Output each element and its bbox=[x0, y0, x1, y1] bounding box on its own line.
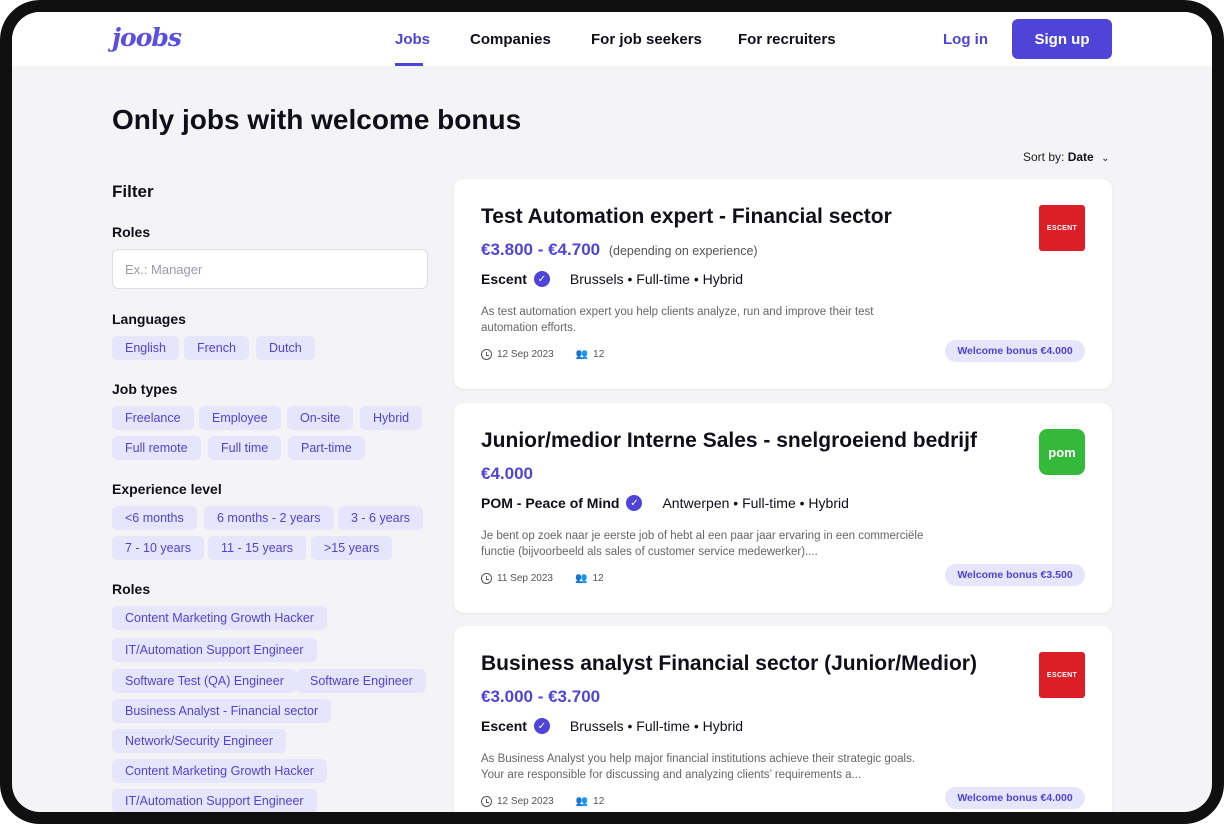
chevron-down-icon: ⌄ bbox=[1101, 153, 1110, 164]
nav-companies[interactable]: Companies bbox=[470, 31, 551, 48]
company-line: Escent ✓ Brussels • Full-time • Hybrid bbox=[481, 271, 743, 287]
job-meta: Brussels • Full-time • Hybrid bbox=[569, 271, 744, 287]
company-name[interactable]: Escent bbox=[481, 271, 527, 287]
company-logo: ESCENT bbox=[1039, 205, 1085, 251]
welcome-bonus-badge: Welcome bonus €4.000 bbox=[945, 787, 1085, 809]
roles-list-label: Roles bbox=[112, 581, 151, 597]
experience-chip[interactable]: 7 - 10 years bbox=[112, 536, 205, 560]
experience-chip[interactable]: 11 - 15 years bbox=[208, 536, 307, 560]
job-card[interactable]: Junior/medior Interne Sales - snelgroeie… bbox=[454, 403, 1112, 613]
role-chip[interactable]: IT/Automation Support Engineer bbox=[112, 789, 317, 812]
role-chip[interactable]: Software Engineer bbox=[297, 669, 426, 693]
job-type-chip[interactable]: On-site bbox=[287, 406, 354, 430]
page-title: Only jobs with welcome bonus bbox=[112, 104, 522, 135]
experience-label: Experience level bbox=[112, 481, 222, 497]
job-date: 12 Sep 2023 bbox=[497, 349, 554, 360]
experience-chip[interactable]: >15 years bbox=[311, 536, 393, 560]
applicant-count: 12 bbox=[593, 796, 605, 807]
company-logo: ESCENT bbox=[1039, 652, 1085, 698]
people-icon: 👥 bbox=[575, 349, 589, 360]
login-link[interactable]: Log in bbox=[943, 31, 988, 48]
job-salary: €3.800 - €4.700 (depending on experience… bbox=[481, 240, 758, 260]
joobs-logo[interactable]: joobs bbox=[112, 23, 182, 52]
nav-for-recruiters[interactable]: For recruiters bbox=[738, 31, 836, 48]
job-card[interactable]: Test Automation expert - Financial secto… bbox=[454, 179, 1112, 389]
company-name[interactable]: POM - Peace of Mind bbox=[481, 495, 619, 511]
people-icon: 👥 bbox=[575, 796, 589, 807]
welcome-bonus-badge: Welcome bonus €4.000 bbox=[945, 340, 1085, 362]
role-chip[interactable]: Content Marketing Growth Hacker bbox=[112, 606, 327, 630]
job-salary: €4.000 bbox=[481, 464, 533, 484]
filter-title: Filter bbox=[112, 182, 154, 201]
device-frame: joobs Jobs Companies For job seekers For… bbox=[0, 0, 1224, 824]
job-type-chip[interactable]: Part-time bbox=[288, 436, 365, 460]
job-description: As Business Analyst you help major finan… bbox=[481, 753, 916, 781]
job-date-row: 12 Sep 2023 👥 12 bbox=[481, 796, 604, 807]
language-chip[interactable]: Dutch bbox=[256, 336, 315, 360]
verified-check-icon: ✓ bbox=[533, 718, 550, 734]
job-type-chip[interactable]: Freelance bbox=[112, 406, 194, 430]
company-name[interactable]: Escent bbox=[481, 718, 527, 734]
job-title[interactable]: Junior/medior Interne Sales - snelgroeie… bbox=[481, 429, 977, 453]
language-chip[interactable]: French bbox=[184, 336, 249, 360]
roles-label: Roles bbox=[112, 224, 151, 240]
languages-label: Languages bbox=[112, 311, 186, 327]
sort-dropdown[interactable]: Sort by: Date ⌄ bbox=[1023, 150, 1109, 164]
verified-check-icon: ✓ bbox=[533, 271, 550, 287]
experience-chip[interactable]: <6 months bbox=[112, 506, 197, 530]
experience-chip[interactable]: 6 months - 2 years bbox=[204, 506, 334, 530]
job-date: 12 Sep 2023 bbox=[497, 796, 554, 807]
job-description: Je bent op zoek naar je eerste job of he… bbox=[481, 530, 924, 558]
language-chip[interactable]: English bbox=[112, 336, 179, 360]
top-navbar: joobs Jobs Companies For job seekers For… bbox=[12, 12, 1212, 66]
clock-icon bbox=[481, 573, 492, 584]
salary-range: €4.000 bbox=[481, 464, 533, 483]
job-types-label: Job types bbox=[112, 381, 178, 397]
people-icon: 👥 bbox=[574, 573, 588, 584]
clock-icon bbox=[481, 796, 492, 807]
job-type-chip[interactable]: Full remote bbox=[112, 436, 201, 460]
job-type-chip[interactable]: Hybrid bbox=[360, 406, 423, 430]
job-card[interactable]: Business analyst Financial sector (Junio… bbox=[454, 626, 1112, 812]
company-line: POM - Peace of Mind ✓ Antwerpen • Full-t… bbox=[481, 495, 849, 511]
job-description: As test automation expert you help clien… bbox=[481, 306, 874, 334]
sort-value: Date bbox=[1067, 150, 1094, 164]
browser-screen: joobs Jobs Companies For job seekers For… bbox=[12, 12, 1212, 812]
applicant-count: 12 bbox=[592, 573, 604, 584]
job-date-row: 12 Sep 2023 👥 12 bbox=[481, 349, 604, 360]
salary-note: (depending on experience) bbox=[608, 244, 758, 258]
job-type-chip[interactable]: Full time bbox=[208, 436, 282, 460]
job-title[interactable]: Business analyst Financial sector (Junio… bbox=[481, 652, 977, 676]
job-salary: €3.000 - €3.700 bbox=[481, 687, 600, 707]
nav-active-indicator bbox=[395, 63, 423, 66]
role-chip[interactable]: Business Analyst - Financial sector bbox=[112, 699, 332, 723]
salary-range: €3.800 - €4.700 bbox=[481, 240, 601, 259]
job-date-row: 11 Sep 2023 👥 12 bbox=[481, 573, 604, 584]
roles-search-input[interactable] bbox=[112, 249, 428, 289]
role-chip[interactable]: Network/Security Engineer bbox=[112, 729, 286, 753]
job-meta: Antwerpen • Full-time • Hybrid bbox=[662, 495, 849, 511]
applicant-count: 12 bbox=[593, 349, 605, 360]
sort-label: Sort by: bbox=[1023, 150, 1065, 164]
company-logo: pom bbox=[1039, 429, 1085, 475]
salary-range: €3.000 - €3.700 bbox=[481, 687, 601, 706]
verified-check-icon: ✓ bbox=[626, 495, 643, 511]
clock-icon bbox=[481, 349, 492, 360]
company-line: Escent ✓ Brussels • Full-time • Hybrid bbox=[481, 718, 743, 734]
experience-chip[interactable]: 3 - 6 years bbox=[338, 506, 424, 530]
role-chip[interactable]: IT/Automation Support Engineer bbox=[112, 638, 317, 662]
role-chip[interactable]: Software Test (QA) Engineer bbox=[112, 669, 297, 693]
welcome-bonus-badge: Welcome bonus €3.500 bbox=[945, 564, 1085, 586]
job-title[interactable]: Test Automation expert - Financial secto… bbox=[481, 205, 892, 229]
signup-button[interactable]: Sign up bbox=[1012, 19, 1112, 59]
nav-jobs[interactable]: Jobs bbox=[395, 31, 430, 48]
job-meta: Brussels • Full-time • Hybrid bbox=[569, 718, 744, 734]
nav-for-job-seekers[interactable]: For job seekers bbox=[591, 31, 702, 48]
job-type-chip[interactable]: Employee bbox=[199, 406, 281, 430]
job-date: 11 Sep 2023 bbox=[497, 573, 553, 584]
role-chip[interactable]: Content Marketing Growth Hacker bbox=[112, 759, 327, 783]
